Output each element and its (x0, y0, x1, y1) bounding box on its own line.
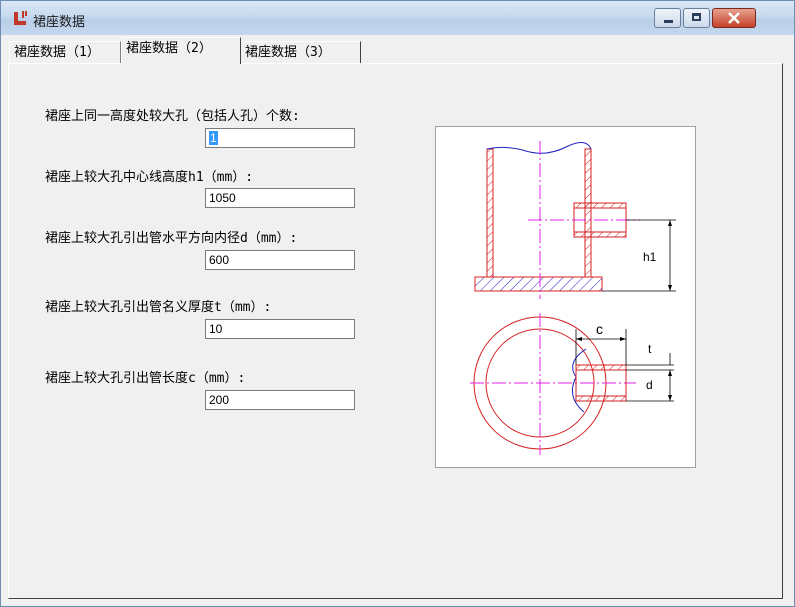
d-label: d (646, 378, 653, 392)
window: 裙座数据 裙座数据（1） 裙座数据（2） 裙座数据（3） 裙座上同一高度处较大孔… (0, 0, 795, 607)
skirt-drawing: h1 c t d (470, 141, 676, 455)
pipe-length-input[interactable]: 200 (205, 390, 355, 410)
skirt-diagram: h1 c t d (435, 126, 696, 468)
pipe-diameter-input[interactable]: 600 (205, 250, 355, 270)
tab-skirt-data-1[interactable]: 裙座数据（1） (9, 41, 121, 63)
tab-skirt-data-3[interactable]: 裙座数据（3） (241, 41, 361, 63)
field-label-pipe-thickness: 裙座上较大孔引出管名义厚度t（mm）: (45, 300, 272, 315)
window-title: 裙座数据 (33, 15, 86, 30)
field-label-pipe-length: 裙座上较大孔引出管长度c（mm）: (45, 371, 246, 386)
pipe-thickness-input[interactable]: 10 (205, 319, 355, 339)
title-bar[interactable]: 裙座数据 (1, 1, 794, 35)
t-label: t (648, 342, 652, 356)
minimize-button[interactable] (654, 8, 681, 28)
maximize-button[interactable] (683, 8, 710, 28)
c-label: c (596, 321, 603, 337)
hole-count-input[interactable]: 1 (205, 128, 355, 148)
field-label-hole-height: 裙座上较大孔中心线高度h1（mm）: (45, 170, 254, 185)
close-button[interactable] (712, 8, 756, 28)
close-icon (728, 12, 740, 24)
app-logo-icon (14, 11, 27, 25)
tab-strip: 裙座数据（1） 裙座数据（2） 裙座数据（3） (9, 37, 789, 64)
h1-label: h1 (643, 250, 657, 264)
hole-height-input[interactable]: 1050 (205, 188, 355, 208)
field-label-pipe-diameter: 裙座上较大孔引出管水平方向内径d（mm）: (45, 231, 298, 246)
tab-skirt-data-2[interactable]: 裙座数据（2） (121, 37, 241, 64)
field-label-hole-count: 裙座上同一高度处较大孔（包括人孔）个数: (45, 109, 300, 124)
